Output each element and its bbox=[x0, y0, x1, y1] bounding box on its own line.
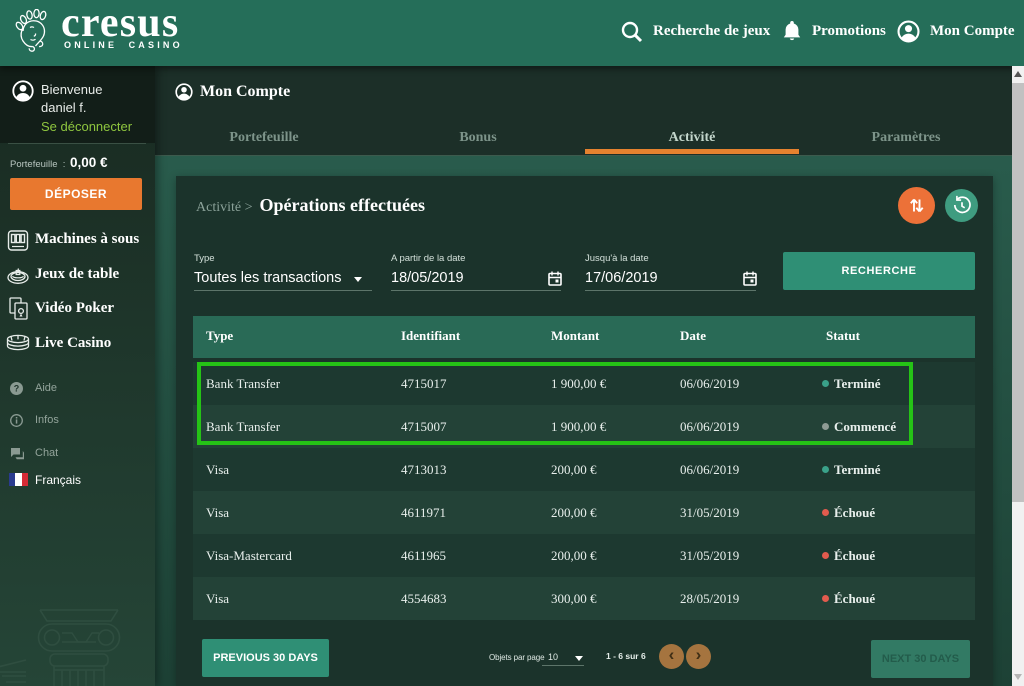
svg-text:?: ? bbox=[14, 384, 20, 394]
